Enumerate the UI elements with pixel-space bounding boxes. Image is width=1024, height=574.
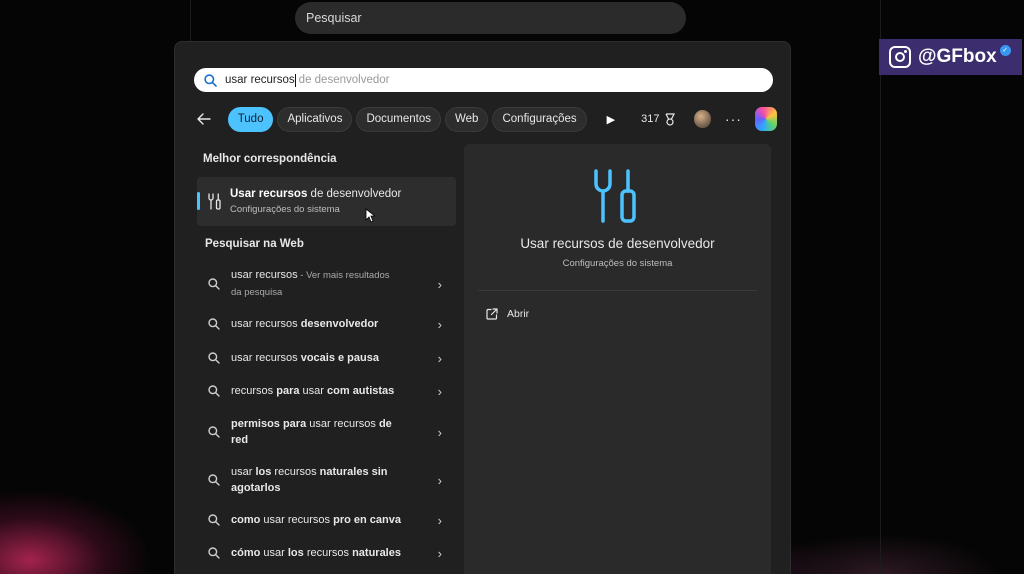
best-match-title-bold: Usar recursos (230, 188, 308, 200)
search-autocomplete-suggestion: de desenvolvedor (298, 74, 390, 86)
web-result-text-part: com autistas (327, 384, 395, 397)
web-result-text-part: pro en canva (333, 513, 401, 526)
web-result-text-part: usar recursos (231, 351, 301, 364)
start-search-panel: usar recursos de desenvolvedor Tudo Apli… (174, 41, 791, 574)
rewards-points[interactable]: 317 (641, 112, 676, 126)
web-result-text: usar recursos - Ver mais resultados da p… (231, 267, 401, 301)
tab-documentos[interactable]: Documentos (356, 106, 442, 132)
instagram-icon (889, 46, 911, 68)
chevron-right-icon: › (437, 424, 442, 440)
search-icon (208, 277, 222, 290)
web-result-text-part: usar (231, 465, 256, 478)
social-handle-badge: @GFbox ✓ (879, 39, 1022, 75)
search-input[interactable]: usar recursos de desenvolvedor (194, 68, 773, 92)
web-result-text-part: naturales (352, 546, 401, 559)
web-result-text-part: usar recursos (231, 318, 301, 330)
rewards-medal-icon (665, 112, 676, 126)
web-result-text-part: cómo (231, 546, 261, 559)
web-result-text-part: usar recursos (306, 417, 379, 430)
web-result-text-part: como (231, 513, 261, 526)
chevron-right-icon: › (437, 317, 442, 332)
best-match-title-rest: de desenvolvedor (307, 188, 402, 200)
web-results-list: usar recursos - Ver mais resultados da p… (197, 260, 456, 569)
web-result-text-part: usar recursos (260, 513, 334, 526)
back-arrow-icon[interactable] (197, 106, 223, 132)
search-icon (208, 384, 222, 397)
web-result-text-part: recursos (303, 546, 353, 559)
chevron-right-icon: › (437, 472, 442, 488)
web-result-item[interactable]: como usar recursos pro en canva › (197, 503, 456, 536)
web-result-item[interactable]: usar los recursos naturales sin agotarlo… (197, 456, 456, 503)
web-result-text: usar recursos desenvolvedor (231, 316, 401, 332)
mouse-pointer-icon (365, 208, 375, 223)
web-result-item[interactable]: usar recursos vocais e pausa › (197, 341, 456, 374)
social-handle: @GFbox (918, 46, 997, 67)
web-result-text-part: usar (260, 546, 288, 559)
preview-divider (478, 290, 757, 291)
open-external-icon (486, 308, 498, 320)
search-icon (208, 351, 222, 364)
search-icon (208, 513, 222, 526)
developer-tools-icon (207, 193, 222, 210)
web-result-text: usar recursos vocais e pausa (231, 350, 401, 366)
background-divider (880, 0, 881, 574)
chevron-right-icon: › (437, 276, 442, 292)
verified-icon: ✓ (999, 44, 1011, 56)
open-action[interactable]: Abrir (486, 308, 529, 320)
result-preview-pane: Usar recursos de desenvolvedor Configura… (464, 144, 771, 574)
web-result-text: usar los recursos naturales sin agotarlo… (231, 464, 401, 496)
web-result-text-part: vocais e pausa (300, 351, 379, 364)
web-result-item[interactable]: recursos para usar com autistas › (197, 374, 456, 407)
tab-tudo[interactable]: Tudo (227, 106, 274, 132)
web-result-text-part: permisos para (231, 417, 307, 430)
open-label: Abrir (507, 308, 530, 320)
filter-bar: Tudo Aplicativos Documentos Web Configur… (197, 106, 777, 132)
web-search-heading: Pesquisar na Web (205, 238, 304, 250)
best-match-heading: Melhor correspondência (203, 153, 337, 165)
chevron-right-icon: › (437, 545, 442, 561)
web-result-text-part: para (276, 384, 300, 397)
search-icon (208, 546, 222, 559)
search-icon (208, 473, 222, 486)
web-result-text: recursos para usar com autistas (231, 383, 401, 399)
text-caret (294, 73, 296, 87)
copilot-icon[interactable] (754, 107, 777, 131)
developer-tools-large-icon (591, 168, 643, 229)
web-result-item[interactable]: cómo usar los recursos naturales › (197, 536, 456, 569)
preview-subtitle: Configurações do sistema (562, 258, 673, 269)
chevron-right-icon: › (437, 383, 442, 399)
tab-aplicativos[interactable]: Aplicativos (277, 106, 353, 132)
rewards-points-value: 317 (641, 113, 660, 125)
web-result-text-part: los (287, 546, 304, 559)
search-typed-text: usar recursos (225, 74, 295, 86)
web-result-item[interactable]: usar recursos desenvolvedor › (197, 307, 456, 341)
search-icon (208, 318, 222, 330)
user-avatar[interactable] (694, 110, 711, 128)
web-result-text: como usar recursos pro en canva (231, 512, 401, 528)
chevron-right-icon: › (437, 350, 442, 366)
taskbar-search-box[interactable]: Pesquisar (295, 2, 686, 34)
web-result-text-part: recursos (231, 384, 277, 397)
web-result-item[interactable]: usar recursos - Ver mais resultados da p… (197, 260, 456, 307)
more-filters-play-icon[interactable]: ▶ (607, 113, 615, 126)
tab-web[interactable]: Web (445, 106, 489, 132)
web-result-text-part: usar recursos (231, 268, 298, 281)
web-result-text-part: los (255, 465, 272, 478)
preview-title: Usar recursos de desenvolvedor (520, 236, 715, 251)
taskbar-search-label: Pesquisar (306, 11, 362, 25)
chevron-right-icon: › (437, 512, 442, 528)
tab-configuracoes[interactable]: Configurações (492, 106, 587, 132)
web-result-text: cómo usar los recursos naturales (231, 545, 401, 561)
selection-indicator (197, 192, 200, 210)
best-match-subtitle: Configurações do sistema (230, 204, 340, 215)
web-result-text-part: usar (299, 384, 328, 397)
web-result-text: permisos para usar recursos de red (231, 416, 401, 448)
best-match-result[interactable]: Usar recursos de desenvolvedor Configura… (197, 177, 456, 226)
search-icon (204, 73, 217, 87)
web-result-item[interactable]: permisos para usar recursos de red › (197, 407, 456, 456)
web-result-text-part: recursos (271, 465, 320, 478)
web-result-text-part: desenvolvedor (300, 318, 379, 330)
search-icon (208, 425, 222, 438)
more-options-icon[interactable]: ··· (725, 111, 742, 127)
